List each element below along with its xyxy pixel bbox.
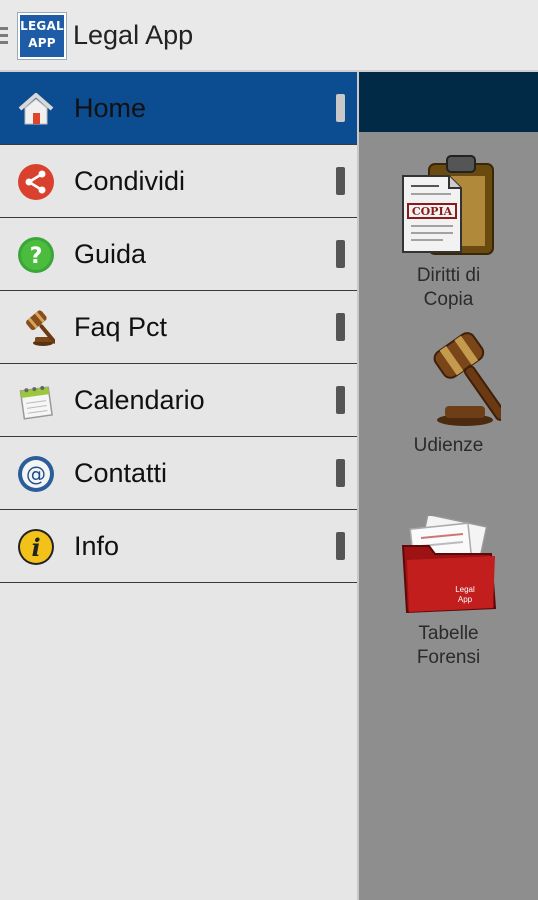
drawer-item-contatti[interactable]: @ Contatti bbox=[0, 437, 357, 510]
drag-handle-icon[interactable] bbox=[336, 240, 345, 268]
svg-text:@: @ bbox=[26, 462, 46, 486]
drawer-item-info[interactable]: i Info bbox=[0, 510, 357, 583]
drawer-item-condividi[interactable]: Condividi bbox=[0, 145, 357, 218]
share-icon bbox=[18, 164, 54, 200]
tile-label-line2: Copia bbox=[423, 289, 474, 310]
calendar-icon bbox=[19, 386, 53, 420]
logo-text-line1: LEGAL bbox=[20, 19, 64, 33]
drawer-item-label: Contatti bbox=[74, 458, 168, 488]
drawer-item-faq-pct[interactable]: Faq Pct bbox=[0, 291, 357, 364]
drawer-item-home[interactable]: Home bbox=[0, 72, 357, 145]
drag-handle-icon[interactable] bbox=[336, 313, 345, 341]
drawer-indicator-icon[interactable] bbox=[0, 27, 8, 48]
drawer-item-label: Home bbox=[74, 93, 147, 123]
gavel-icon bbox=[26, 310, 55, 346]
svg-text:?: ? bbox=[30, 244, 43, 269]
drawer-item-label: Faq Pct bbox=[74, 312, 168, 342]
drawer-item-label: Calendario bbox=[74, 385, 205, 415]
content-header-bar bbox=[359, 72, 538, 132]
drawer-item-label: Condividi bbox=[74, 166, 186, 196]
drawer-item-label: Info bbox=[74, 531, 120, 561]
drag-handle-icon[interactable] bbox=[336, 94, 345, 122]
info-icon: i bbox=[18, 529, 54, 565]
drag-handle-icon[interactable] bbox=[336, 459, 345, 487]
drawer-item-guida[interactable]: ? Guida bbox=[0, 218, 357, 291]
tile-udienze[interactable]: Udienze bbox=[359, 328, 538, 458]
navigation-drawer: Home Condividi ? Guida Faq Pct Calendari… bbox=[0, 72, 359, 900]
red-folder-icon: Legal App bbox=[401, 516, 496, 614]
drag-handle-icon[interactable] bbox=[336, 167, 345, 195]
drag-handle-icon[interactable] bbox=[336, 386, 345, 414]
tile-tabelle-forensi[interactable]: Legal App Tabelle Forensi bbox=[359, 516, 538, 670]
gavel-icon bbox=[433, 332, 501, 426]
folder-text-2: App bbox=[457, 595, 472, 604]
main-content: COPIA Diritti di Copia Udienze Legal App… bbox=[359, 72, 538, 900]
help-icon: ? bbox=[18, 237, 54, 273]
svg-text:i: i bbox=[31, 533, 40, 562]
tile-diritti-di-copia[interactable]: COPIA Diritti di Copia bbox=[359, 154, 538, 312]
action-bar: LEGAL APP Legal App bbox=[0, 0, 538, 72]
app-logo[interactable]: LEGAL APP bbox=[17, 12, 67, 60]
drag-handle-icon[interactable] bbox=[336, 532, 345, 560]
logo-text-line2: APP bbox=[28, 36, 56, 50]
app-title: Legal App bbox=[73, 20, 194, 50]
copia-stamp-text: COPIA bbox=[411, 205, 452, 218]
drawer-item-calendario[interactable]: Calendario bbox=[0, 364, 357, 437]
tile-label-line1: Tabelle bbox=[418, 623, 479, 644]
tile-label-line2: Forensi bbox=[416, 647, 481, 668]
home-icon bbox=[18, 93, 54, 125]
at-icon: @ bbox=[18, 456, 54, 492]
drawer-item-label: Guida bbox=[74, 239, 147, 269]
tile-label-line1: Diritti di bbox=[416, 265, 481, 286]
folder-text-1: Legal bbox=[455, 585, 475, 594]
clipboard-copia-icon: COPIA bbox=[401, 155, 494, 255]
tile-label-line1: Udienze bbox=[413, 435, 484, 456]
